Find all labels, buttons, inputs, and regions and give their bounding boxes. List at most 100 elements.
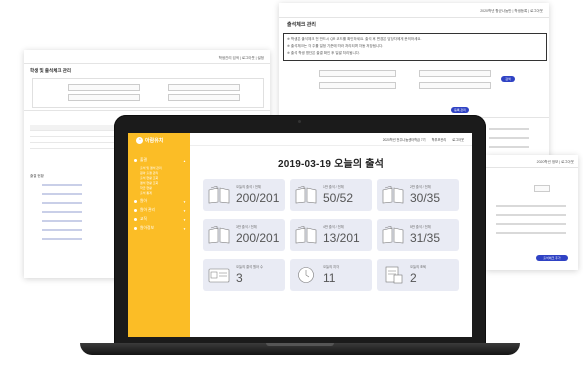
laptop-notch bbox=[266, 343, 334, 346]
laptop-lid: ◔ 아람유치 출결 ▲ 출석 및 결석 관리 원아 출결 관리 출석 현황 조회… bbox=[114, 115, 486, 347]
bullet-icon bbox=[134, 218, 137, 221]
logo[interactable]: ◔ 아람유치 bbox=[136, 137, 163, 144]
stat-value: 11 bbox=[323, 271, 336, 285]
bg-right-note-3: ※ 출석 학생 명단은 출결 확인 후 일괄 처리됩니다. bbox=[287, 51, 360, 55]
bg-far-right-select[interactable] bbox=[534, 185, 550, 192]
stat-card[interactable]: 1반 출석 / 전체 50/52 bbox=[290, 179, 372, 211]
bg-right-field-2[interactable] bbox=[419, 70, 491, 77]
sidebar-item-staff[interactable]: 교직 ▼ bbox=[134, 217, 186, 222]
stat-card[interactable]: 오늘의 출석 / 전체 200/201 bbox=[203, 179, 285, 211]
open-book-icon bbox=[382, 226, 404, 244]
stat-value: 200/201 bbox=[236, 191, 280, 205]
member-link[interactable]: 학부모관리 bbox=[432, 137, 447, 142]
logo-text: 아람유치 bbox=[145, 138, 164, 144]
bg-left-side-label: 출결 현황 bbox=[30, 174, 44, 178]
sidebar-item-attendance[interactable]: 출결 ▲ bbox=[134, 158, 186, 163]
chevron-up-icon: ▲ bbox=[183, 158, 186, 163]
chevron-down-icon: ▼ bbox=[183, 226, 186, 231]
bg-left-title: 학생 및 출석체크 관리 bbox=[30, 68, 72, 73]
stat-card[interactable]: 4반 출석 / 전체 13/201 bbox=[290, 219, 372, 251]
stat-card[interactable]: 오늘의 지각 11 bbox=[290, 259, 372, 291]
stat-label: 1반 출석 / 전체 bbox=[323, 185, 344, 189]
open-book-icon bbox=[382, 186, 404, 204]
stat-value: 3 bbox=[236, 271, 243, 285]
bg-right-field-4[interactable] bbox=[419, 82, 491, 89]
sidebar-item-label: 출결 bbox=[140, 158, 147, 162]
open-book-icon bbox=[295, 186, 317, 204]
top-bar: 2020학년 전주나눔센터학급 7기 학부모관리 로그아웃 bbox=[190, 133, 472, 146]
sidebar-item-label: 교직 bbox=[140, 217, 147, 221]
bg-left-header: 학생관리 검색 | 로그아웃 | 설정 bbox=[218, 56, 264, 60]
stat-label: 오늘의 결석 원아 수 bbox=[236, 265, 264, 269]
bg-right-field-1[interactable] bbox=[319, 70, 396, 77]
stat-value: 50/52 bbox=[323, 191, 354, 205]
sidebar-item-children[interactable]: 원아 ▼ bbox=[134, 199, 186, 204]
stat-label: 3반 출석 / 전체 bbox=[236, 225, 257, 229]
laptop: ◔ 아람유치 출결 ▲ 출석 및 결석 관리 원아 출결 관리 출석 현황 조회… bbox=[80, 115, 520, 355]
submenu-item-2[interactable]: 원아 출결 관리 bbox=[140, 171, 158, 175]
chevron-down-icon: ▼ bbox=[183, 217, 186, 222]
bg-right-notice-box: ※ 학생은 출석체크 전 반드시 QR 코드를 확인하세요. 출석 후 변경은 … bbox=[283, 33, 547, 61]
open-book-icon bbox=[295, 226, 317, 244]
bg-right-field-3[interactable] bbox=[319, 82, 396, 89]
stat-label: 2반 출석 / 전체 bbox=[410, 185, 431, 189]
bg-far-right-button[interactable]: 출석체크 추가 bbox=[536, 255, 568, 261]
bullet-icon bbox=[134, 227, 137, 230]
stat-card[interactable]: 3반 출석 / 전체 200/201 bbox=[203, 219, 285, 251]
submenu-item-4[interactable]: 결석 현황 조회 bbox=[140, 181, 158, 185]
submenu-item-5[interactable]: 학급 현황 bbox=[140, 186, 152, 190]
bullet-icon bbox=[134, 209, 137, 212]
stat-value: 200/201 bbox=[236, 231, 280, 245]
bg-left-field-1[interactable] bbox=[68, 84, 140, 91]
laptop-screen: ◔ 아람유치 출결 ▲ 출석 및 결석 관리 원아 출결 관리 출석 현황 조회… bbox=[128, 133, 472, 337]
stat-label: 오늘의 조퇴 bbox=[410, 265, 427, 269]
stat-card[interactable]: 오늘의 결석 원아 수 3 bbox=[203, 259, 285, 291]
page-title: 2019-03-19 오늘의 출석 bbox=[277, 159, 385, 170]
stat-value: 30/35 bbox=[410, 191, 441, 205]
submenu-item-3[interactable]: 출석 현황 조회 bbox=[140, 176, 158, 180]
stat-card[interactable]: 오늘의 조퇴 2 bbox=[377, 259, 459, 291]
sidebar-item-children-manage[interactable]: 원아 관리 ▼ bbox=[134, 208, 186, 213]
stat-card[interactable]: 2반 출석 / 전체 30/35 bbox=[377, 179, 459, 211]
user-info: 2020학년 전주나눔센터학급 7기 bbox=[382, 137, 426, 142]
sidebar-item-label: 원아 관리 bbox=[140, 208, 156, 212]
clock-icon bbox=[298, 267, 314, 283]
bg-far-right-header: 2020학년 정보 | 로그아웃 bbox=[536, 160, 574, 164]
bg-left-table bbox=[30, 125, 118, 159]
sidebar-item-label: 원아 bbox=[140, 199, 147, 203]
sidebar: ◔ 아람유치 출결 ▲ 출석 및 결석 관리 원아 출결 관리 출석 현황 조회… bbox=[128, 133, 190, 337]
id-card-icon bbox=[208, 268, 230, 283]
bg-right-search-button[interactable]: 검색 bbox=[501, 76, 515, 82]
submenu-item-1[interactable]: 출석 및 결석 관리 bbox=[140, 166, 162, 170]
stat-value: 13/201 bbox=[323, 231, 360, 245]
stat-value: 31/35 bbox=[410, 231, 441, 245]
open-book-icon bbox=[208, 226, 230, 244]
bg-right-header: 2020학년 항균나눔반 | 학생등록 | 로그아웃 bbox=[480, 9, 543, 13]
bg-left-search-box bbox=[32, 78, 264, 108]
background-window-far-right: 2020학년 정보 | 로그아웃 출석체크 추가 bbox=[486, 155, 578, 270]
chevron-down-icon: ▼ bbox=[183, 208, 186, 213]
sidebar-item-label: 원아정보 bbox=[140, 226, 154, 230]
logout-link[interactable]: 로그아웃 bbox=[452, 137, 464, 142]
sidebar-item-child-info[interactable]: 원아정보 ▼ bbox=[134, 226, 186, 231]
laptop-base bbox=[80, 343, 520, 355]
stat-label: 오늘의 출석 / 전체 bbox=[236, 185, 261, 189]
camera-icon bbox=[298, 120, 301, 123]
bullet-icon bbox=[134, 200, 137, 203]
bg-right-register-button[interactable]: 등록 관리 bbox=[451, 107, 469, 113]
stat-card[interactable]: 5반 출석 / 전체 31/35 bbox=[377, 219, 459, 251]
bg-left-field-2[interactable] bbox=[168, 84, 240, 91]
bg-left-field-4[interactable] bbox=[168, 94, 240, 101]
stat-label: 오늘의 지각 bbox=[323, 265, 340, 269]
submenu-item-6[interactable]: 출석 통계 bbox=[140, 191, 152, 195]
logo-icon: ◔ bbox=[136, 137, 143, 144]
chevron-down-icon: ▼ bbox=[183, 199, 186, 204]
stat-value: 2 bbox=[410, 271, 417, 285]
stat-label: 4반 출석 / 전체 bbox=[323, 225, 344, 229]
stat-label: 5반 출석 / 전체 bbox=[410, 225, 431, 229]
open-book-icon bbox=[208, 186, 230, 204]
bullet-icon bbox=[134, 159, 137, 162]
bg-right-note-1: ※ 학생은 출석체크 전 반드시 QR 코드를 확인하세요. 출석 후 변경은 … bbox=[287, 37, 422, 41]
bg-right-note-2: ※ 출석체크는 각 주를 일정 기준에 따라 처리되며 자동 저장됩니다. bbox=[287, 44, 384, 48]
bg-left-field-3[interactable] bbox=[68, 94, 140, 101]
